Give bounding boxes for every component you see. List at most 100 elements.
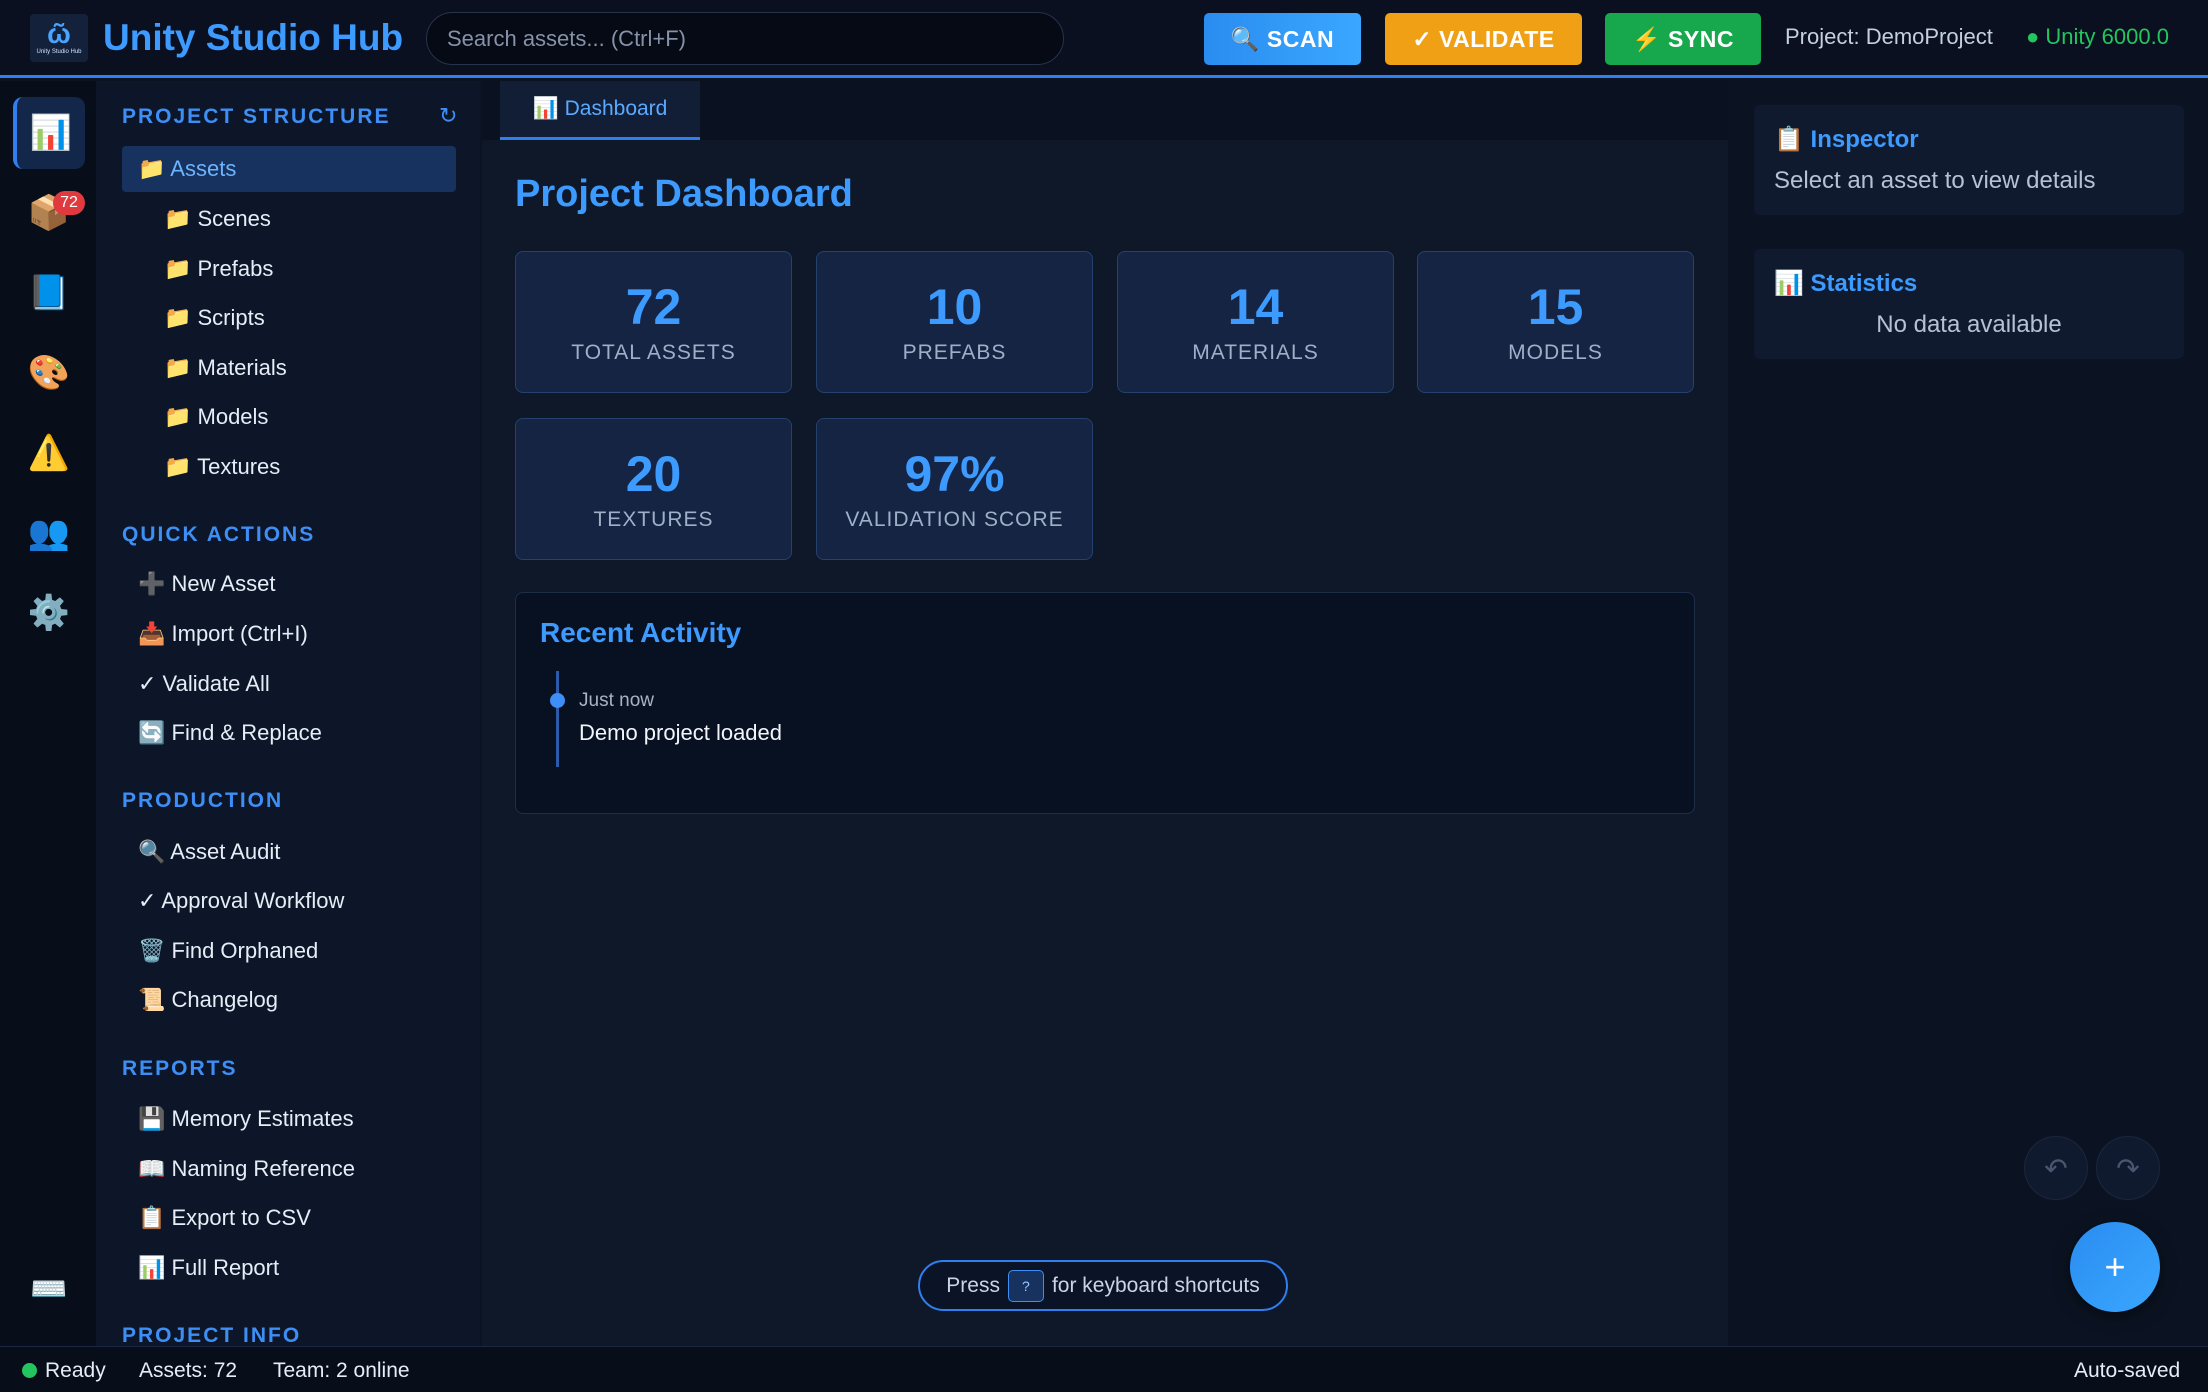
tab-dashboard[interactable]: 📊 Dashboard [500,81,700,140]
naming-reference-action[interactable]: 📖 Naming Reference [122,1146,456,1192]
stat-card-textures: 20 TEXTURES [515,418,792,560]
stat-label: VALIDATION SCORE [845,508,1064,531]
reports-title: REPORTS [122,1057,238,1080]
timeline-line [556,671,559,767]
find-replace-action[interactable]: 🔄 Find & Replace [122,710,456,756]
changelog-action[interactable]: 📜 Changelog [122,977,456,1023]
timeline-dot [550,693,565,708]
stat-card-total-assets: 72 TOTAL ASSETS [515,251,792,393]
rail-team-button[interactable]: 👥 [13,497,85,569]
tree-item-assets[interactable]: 📁 Assets [122,146,456,192]
tree-item-textures[interactable]: 📁 Textures [122,444,456,490]
tree-item-models[interactable]: 📁 Models [122,394,456,440]
palette-icon: 🎨 [27,354,71,392]
redo-button[interactable]: ↷ [2096,1136,2160,1200]
rail-warnings-button[interactable]: ⚠️ [13,417,85,489]
inspector-title: 📋 Inspector [1774,126,1919,153]
status-assets: Assets: 72 [139,1359,238,1382]
stat-label: PREFABS [902,341,1007,364]
statistics-title: 📊 Statistics [1774,270,1918,297]
inspector-card: 📋 Inspector Select an asset to view deta… [1754,105,2184,215]
sync-button[interactable]: ⚡ SYNC [1605,13,1761,65]
rail-dashboard-button[interactable]: 📊 [13,97,85,169]
validate-button[interactable]: ✓ VALIDATE [1385,13,1582,65]
stat-value: 97% [904,446,1005,502]
dashboard-icon: 📊 [29,114,73,152]
stat-card-models: 15 MODELS [1417,251,1694,393]
production-title: PRODUCTION [122,789,284,812]
validate-all-action[interactable]: ✓ Validate All [122,661,456,707]
keyboard-shortcut-hint[interactable]: Press ? for keyboard shortcuts [918,1260,1288,1311]
hint-suffix: for keyboard shortcuts [1051,1273,1260,1297]
find-orphaned-action[interactable]: 🗑️ Find Orphaned [122,928,456,974]
tree-item-prefabs[interactable]: 📁 Prefabs [122,246,456,292]
stat-value: 10 [926,279,983,335]
rail-settings-button[interactable]: ⚙️ [13,577,85,649]
top-bar: ῶ Unity Studio Hub Unity Studio Hub 🔍 SC… [0,0,2208,78]
stat-label: MATERIALS [1192,341,1319,364]
gear-icon: ⚙️ [27,594,71,632]
status-ready: Ready [45,1359,106,1382]
warning-icon: ⚠️ [27,434,71,472]
stat-card-validation-score: 97% VALIDATION SCORE [816,418,1093,560]
add-fab-button[interactable]: + [2070,1222,2160,1312]
refresh-icon[interactable]: ↻ [439,103,457,129]
new-asset-action[interactable]: ➕ New Asset [122,561,456,607]
stat-card-prefabs: 10 PREFABS [816,251,1093,393]
recent-activity-title: Recent Activity [540,617,742,648]
stat-value: 72 [625,279,682,335]
project-name: Project: DemoProject [1785,24,1993,49]
tab-bar: 📊 Dashboard [482,81,1728,140]
status-bar: Ready Assets: 72 Team: 2 online Auto-sav… [0,1346,2208,1392]
logo-caption: Unity Studio Hub [36,49,82,55]
scan-button[interactable]: 🔍 SCAN [1204,13,1361,65]
tree-item-scenes[interactable]: 📁 Scenes [122,196,456,242]
unity-version-status: ● Unity 6000.0 [2026,24,2169,49]
undo-icon: ↶ [2044,1152,2068,1184]
status-dot-icon [22,1363,37,1378]
hint-prefix: Press [946,1273,1000,1297]
stat-label: TOTAL ASSETS [571,341,736,364]
rail-docs-button[interactable]: 📘 [13,257,85,329]
left-sidebar: PROJECT STRUCTURE ↻ 📁 Assets 📁 Scenes 📁 … [96,81,480,1346]
team-icon: 👥 [27,514,71,552]
export-csv-action[interactable]: 📋 Export to CSV [122,1195,456,1241]
quick-actions-title: QUICK ACTIONS [122,523,316,546]
memory-estimates-action[interactable]: 💾 Memory Estimates [122,1096,456,1142]
full-report-action[interactable]: 📊 Full Report [122,1245,456,1291]
redo-icon: ↷ [2116,1152,2140,1184]
statistics-card: 📊 Statistics No data available [1754,249,2184,359]
keyboard-icon: ⌨️ [30,1272,68,1306]
stat-value: 15 [1527,279,1584,335]
approval-workflow-action[interactable]: ✓ Approval Workflow [122,878,456,924]
undo-button[interactable]: ↶ [2024,1136,2088,1200]
tree-item-scripts[interactable]: 📁 Scripts [122,295,456,341]
plus-icon: + [2104,1246,2126,1287]
activity-text: Demo project loaded [579,720,783,745]
stat-label: MODELS [1508,341,1603,364]
rail-keyboard-button[interactable]: ⌨️ [13,1253,85,1325]
status-autosaved: Auto-saved [2074,1359,2181,1382]
assets-count-badge: 72 [53,191,85,215]
tree-item-materials[interactable]: 📁 Materials [122,345,456,391]
import-action[interactable]: 📥 Import (Ctrl+I) [122,611,456,657]
stat-value: 14 [1227,279,1284,335]
icon-rail: 📊 📦 72 📘 🎨 ⚠️ 👥 ⚙️ ⌨️ [0,81,96,1346]
stat-value: 20 [625,446,682,502]
inspector-body: Select an asset to view details [1774,167,2096,194]
project-info-title: PROJECT INFO [122,1324,302,1346]
app-logo: ῶ Unity Studio Hub [30,14,88,62]
stat-card-materials: 14 MATERIALS [1117,251,1394,393]
asset-audit-action[interactable]: 🔍 Asset Audit [122,829,456,875]
app-title: Unity Studio Hub [103,17,404,58]
hint-key: ? [1007,1269,1044,1302]
project-structure-title: PROJECT STRUCTURE [122,105,391,128]
statistics-body: No data available [1876,311,2062,338]
search-input[interactable] [426,12,1064,65]
unity-logo-icon: ῶ [47,18,71,49]
rail-palette-button[interactable]: 🎨 [13,337,85,409]
docs-icon: 📘 [27,274,71,312]
main-content: 📊 Dashboard Project Dashboard 72 TOTAL A… [482,81,1728,1346]
status-team: Team: 2 online [273,1359,410,1382]
rail-assets-button[interactable]: 📦 72 [13,177,85,249]
